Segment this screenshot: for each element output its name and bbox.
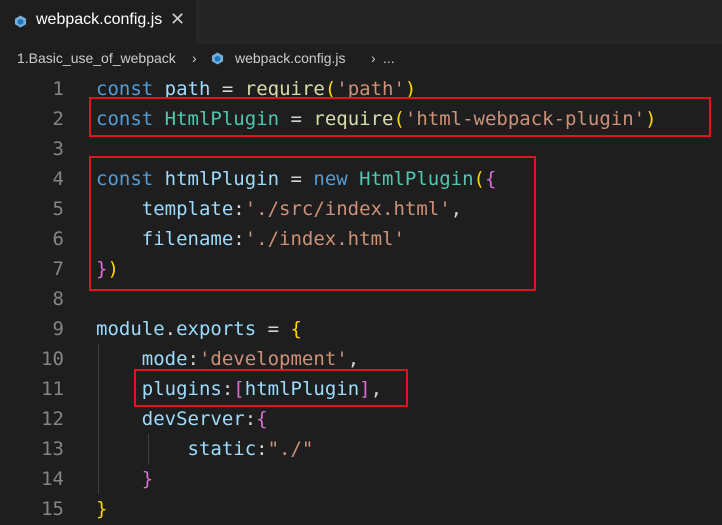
line-number: 3 [52,138,64,160]
line-number: 11 [41,378,64,400]
line-number: 1 [52,78,64,100]
line-number: 10 [41,348,64,370]
tab-label: webpack.config.js [36,11,163,28]
code-line[interactable]: 14 } [0,464,722,494]
line-number: 5 [52,198,64,220]
code-text: module.exports = { [96,314,302,344]
code-token: static [187,438,257,460]
breadcrumb-folder[interactable]: 1.Basic_use_of_webpack [17,50,176,66]
code-token: : [187,348,199,370]
breadcrumb-file[interactable]: webpack.config.js [235,50,346,66]
code-line[interactable]: 15} [0,494,722,524]
breadcrumb-separator: › [192,50,197,66]
code-token: { [290,318,302,340]
line-number: 8 [52,288,64,310]
code-token: module [96,318,165,340]
breadcrumb: 1.Basic_use_of_webpack › webpack.config.… [0,44,722,74]
code-token: devServer [141,408,245,430]
code-line[interactable]: 9 module.exports = { [0,314,722,344]
code-token: 'development' [198,348,348,370]
code-token: } [96,498,108,520]
breadcrumb-more[interactable]: ... [383,50,395,66]
code-token: { [256,408,268,430]
code-token: = [256,318,291,340]
line-number: 4 [52,168,64,190]
code-token: exports [176,318,257,340]
line-number: 7 [52,258,64,280]
code-text: devServer:{ [96,404,268,434]
line-number: 15 [41,498,64,520]
webpack-cube-icon [211,52,224,65]
line-number: 12 [41,408,64,430]
webpack-cube-icon [14,15,27,28]
line-number: 6 [52,228,64,250]
line-number: 9 [52,318,64,340]
line-number: 14 [41,468,64,490]
code-token: } [141,468,154,490]
code-line[interactable]: 13 static:"./" [0,434,722,464]
code-token: : [244,408,257,430]
code-token: mode [141,348,188,370]
breadcrumb-separator: › [371,50,376,66]
code-token: , [347,348,360,370]
code-line[interactable]: 12 devServer:{ [0,404,722,434]
code-editor[interactable]: 1 const path = require('path') 2 const Html… [0,74,722,525]
highlight-box-line-11 [134,369,408,407]
highlight-box-line-2 [89,97,711,137]
line-number: 13 [41,438,64,460]
code-text: } [96,464,153,494]
highlight-box-lines-4-7 [89,156,536,291]
code-token: . [164,318,177,340]
close-icon[interactable]: ✕ [170,9,185,30]
line-number: 2 [52,108,64,130]
code-token: "./" [267,438,314,460]
tab-webpack-config[interactable]: webpack.config.js ✕ [0,0,197,44]
code-token: : [256,438,268,460]
code-text: static:"./" [96,434,314,464]
code-text: } [96,494,107,524]
editor-tab-bar: webpack.config.js ✕ [0,0,722,44]
